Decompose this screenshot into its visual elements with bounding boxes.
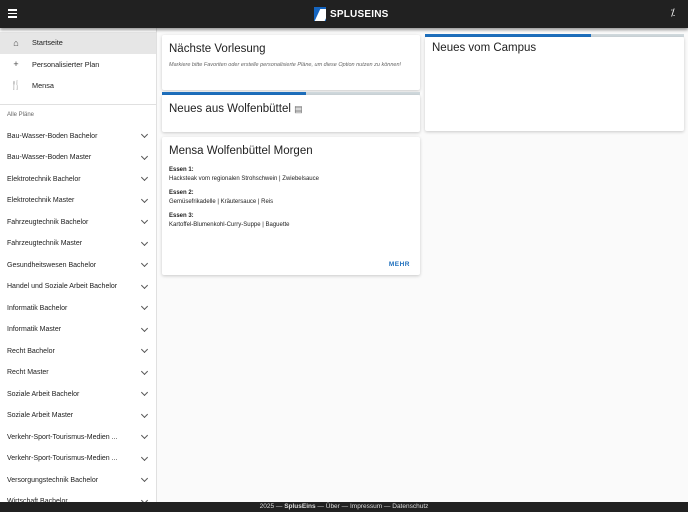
plan-label: Fahrzeugtechnik Bachelor <box>7 218 89 226</box>
section-label: Alle Pläne <box>7 111 35 118</box>
chevron-down-icon <box>140 238 149 246</box>
plan-item[interactable]: Elektrotechnik Master <box>0 190 156 212</box>
card-title: Nächste Vorlesung <box>169 43 266 55</box>
plan-item[interactable]: Fahrzeugtechnik Bachelor <box>0 212 156 234</box>
chevron-down-icon <box>140 389 149 397</box>
chevron-down-icon <box>140 217 149 225</box>
plan-label: Bau-Wasser-Boden Master <box>7 154 92 162</box>
restaurant-icon: 🍴 <box>10 80 22 91</box>
plan-label: Bau-Wasser-Boden Bachelor <box>7 132 98 140</box>
plan-item[interactable]: Recht Master <box>0 362 156 384</box>
chevron-down-icon <box>140 131 149 139</box>
card-title: Mensa Wolfenbüttel Morgen <box>169 145 313 157</box>
chevron-down-icon <box>140 475 149 483</box>
meal-item: Essen 3: Kartoffel-Blumenkohl-Curry-Suppe… <box>162 213 420 228</box>
plan-label: Verkehr-Sport-Tourismus-Medien ... <box>7 433 118 441</box>
plan-item[interactable]: Soziale Arbeit Master <box>0 405 156 427</box>
chevron-down-icon <box>140 346 149 354</box>
plan-item[interactable]: Soziale Arbeit Bachelor <box>0 384 156 406</box>
meal-label: Essen 3: <box>169 213 194 219</box>
card-title-text: Neues aus Wolfenbüttel <box>169 103 291 115</box>
logo[interactable]: SPLUSEINS <box>314 7 388 21</box>
chevron-down-icon <box>140 432 149 440</box>
plan-item[interactable]: Fahrzeugtechnik Master <box>0 233 156 255</box>
plan-item[interactable]: Handel und Soziale Arbeit Bachelor <box>0 276 156 298</box>
chevron-down-icon <box>140 195 149 203</box>
plan-item[interactable]: Elektrotechnik Bachelor <box>0 169 156 191</box>
plan-label: Elektrotechnik Bachelor <box>7 175 81 183</box>
card-title: Neues aus Wolfenbüttel ▤ <box>162 95 420 115</box>
campus-news-card: Neues vom Campus <box>425 37 684 131</box>
mensa-card: Mensa Wolfenbüttel Morgen Essen 1: Hackst… <box>162 137 420 275</box>
plan-item[interactable]: Wirtschaft Bachelor <box>0 491 156 502</box>
footer-year: 2025 <box>259 503 275 510</box>
plan-label: Gesundheitswesen Bachelor <box>7 261 97 269</box>
nav-item[interactable]: 🍴 Mensa <box>0 75 156 97</box>
meal-text: Hacksteak vom regionalen Strohschwein | … <box>169 176 319 182</box>
chevron-down-icon <box>140 410 149 418</box>
plan-item[interactable]: Bau-Wasser-Boden Master <box>0 147 156 169</box>
footer: 2025 — SplusEins — Über — Impressum — Da… <box>0 502 688 512</box>
divider <box>0 103 156 105</box>
newspaper-icon: ▤ <box>294 104 303 114</box>
meal-label: Essen 1: <box>169 167 194 173</box>
plan-label: Informatik Bachelor <box>7 304 68 312</box>
logo-icon <box>314 7 326 21</box>
nav-item[interactable]: ⌂ Startseite <box>0 32 156 54</box>
plan-label: Fahrzeugtechnik Master <box>7 240 83 248</box>
sidebar: ⌂ Startseite + Personalisierter Plan 🍴 Mensa … <box>0 28 157 502</box>
footer-link-privacy[interactable]: Datenschutz <box>392 503 428 510</box>
footer-link-about[interactable]: Über <box>326 503 340 510</box>
plan-item[interactable]: Recht Bachelor <box>0 341 156 363</box>
meal-text: Kartoffel-Blumenkohl-Curry-Suppe | Bague… <box>169 222 290 228</box>
plan-label: Elektrotechnik Master <box>7 197 75 205</box>
meal-item: Essen 2: Gemüsefrikadelle | Kräutersauce … <box>162 190 420 205</box>
plan-item[interactable]: Gesundheitswesen Bachelor <box>0 255 156 277</box>
home-icon: ⌂ <box>13 37 19 48</box>
menu-icon[interactable] <box>8 9 17 18</box>
plan-label: Versorgungstechnik Bachelor <box>7 476 99 484</box>
footer-link-imprint[interactable]: Impressum <box>350 503 382 510</box>
plus-icon: + <box>13 59 19 70</box>
logo-text: SPLUSEINS <box>330 8 389 20</box>
chevron-down-icon <box>140 260 149 268</box>
footer-brand[interactable]: SplusEins <box>284 503 315 510</box>
plan-item[interactable]: Versorgungstechnik Bachelor <box>0 470 156 492</box>
theme-toggle-icon[interactable]: ⁒ <box>671 8 676 19</box>
more-button[interactable]: MEHR <box>389 261 410 268</box>
next-lecture-card: Nächste Vorlesung Markiere bitte Favorit… <box>162 35 420 90</box>
app-header: SPLUSEINS ⁒ <box>0 0 688 28</box>
nav-item-label: Personalisierter Plan <box>32 59 100 69</box>
plan-label: Informatik Master <box>7 326 62 334</box>
plan-item[interactable]: Verkehr-Sport-Tourismus-Medien ... <box>0 427 156 449</box>
plan-item[interactable]: Informatik Master <box>0 319 156 341</box>
chevron-down-icon <box>140 324 149 332</box>
plan-label: Recht Bachelor <box>7 347 55 355</box>
nav-item-label: Mensa <box>32 81 54 91</box>
meal-text: Gemüsefrikadelle | Kräutersauce | Reis <box>169 199 274 205</box>
plan-label: Handel und Soziale Arbeit Bachelor <box>7 283 118 291</box>
meal-label: Essen 2: <box>169 190 194 196</box>
plan-item[interactable]: Verkehr-Sport-Tourismus-Medien ... <box>0 448 156 470</box>
plan-item[interactable]: Bau-Wasser-Boden Bachelor <box>0 126 156 148</box>
chevron-down-icon <box>140 303 149 311</box>
chevron-down-icon <box>140 453 149 461</box>
plan-label: Soziale Arbeit Bachelor <box>7 390 80 398</box>
chevron-down-icon <box>140 152 149 160</box>
plan-label: Verkehr-Sport-Tourismus-Medien ... <box>7 455 118 463</box>
nav-item[interactable]: + Personalisierter Plan <box>0 54 156 76</box>
plan-item[interactable]: Informatik Bachelor <box>0 298 156 320</box>
chevron-down-icon <box>140 174 149 182</box>
card-title: Neues vom Campus <box>432 42 537 54</box>
chevron-down-icon <box>140 281 149 289</box>
plan-label: Recht Master <box>7 369 49 377</box>
nav-item-label: Startseite <box>32 38 63 48</box>
wolfenbuettel-news-card: Neues aus Wolfenbüttel ▤ <box>162 95 420 132</box>
chevron-down-icon <box>140 367 149 375</box>
meal-item: Essen 1: Hacksteak vom regionalen Strohsc… <box>162 167 420 182</box>
hint-text: Markiere bitte Favoriten oder erstelle p… <box>169 62 402 68</box>
plan-label: Soziale Arbeit Master <box>7 412 74 420</box>
